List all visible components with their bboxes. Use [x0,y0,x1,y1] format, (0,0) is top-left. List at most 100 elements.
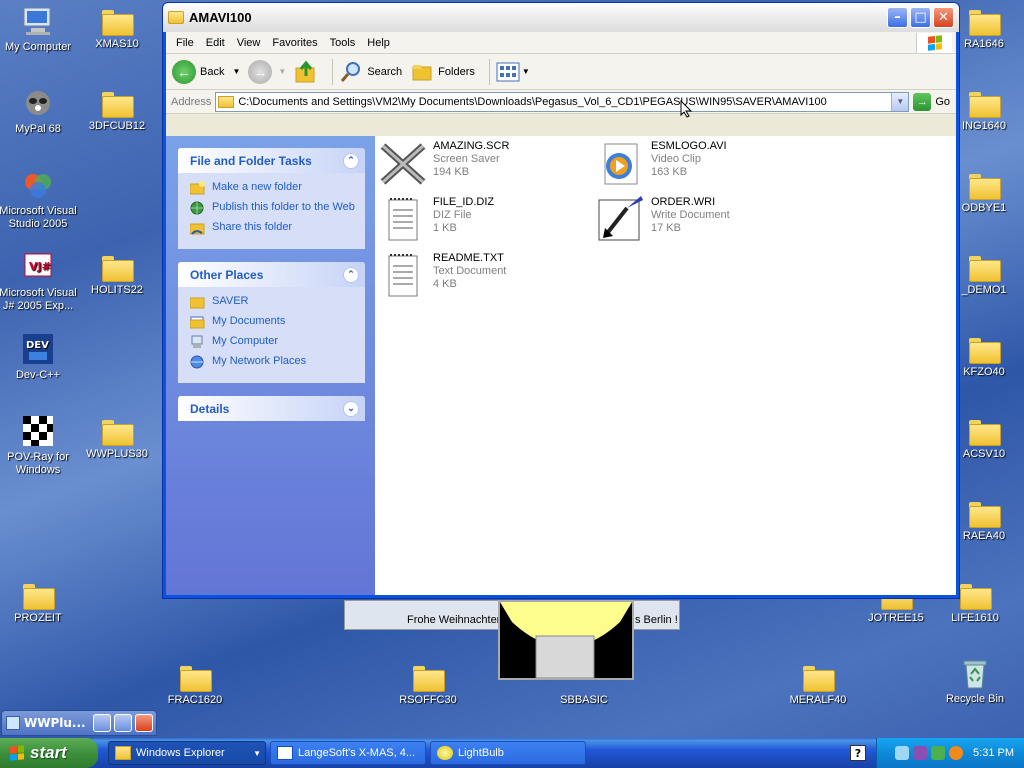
help-icon[interactable]: ? [850,745,866,761]
file-item[interactable]: AMAZING.SCR Screen Saver 194 KB [379,140,509,188]
menu-tools[interactable]: Tools [324,37,362,49]
other-places-panel: Other Places ⌃ SAVER My Documents My Com… [178,262,365,383]
start-button[interactable]: start [0,738,98,768]
details-header[interactable]: Details ⌄ [178,396,365,421]
minimized-window[interactable]: WWPlu... [1,710,157,736]
system-tray: 5:31 PM [876,738,1024,768]
desktop-icon-visual-studio[interactable]: Microsoft Visual Studio 2005 [0,168,78,231]
search-button[interactable]: Search [339,60,402,84]
folders-button[interactable]: Folders [410,60,475,84]
file-folder-tasks-header[interactable]: File and Folder Tasks ⌃ [178,148,365,173]
desktop-icon-holits22[interactable]: HOLITS22 [77,250,157,297]
file-name: ESMLOGO.AVI [651,140,727,152]
chevron-down-icon[interactable]: ▼ [278,67,286,76]
taskbar-item-windows-explorer[interactable]: Windows Explorer ▼ [108,741,266,765]
tray-grapes-icon[interactable] [913,746,928,760]
views-button[interactable]: ▼ [496,62,530,82]
desktop-icon-mypal[interactable]: MyPal 68 [0,86,78,136]
file-size: 163 KB [651,166,688,178]
desktop-icon-prozeit[interactable]: PROZEIT [0,578,78,625]
desktop-icon-visual-jsharp[interactable]: VJ# Microsoft Visual J# 2005 Exp... [0,250,78,313]
file-item[interactable]: ORDER.WRI Write Document 17 KB [597,196,730,244]
desktop-icon-frac1620[interactable]: FRAC1620 [155,660,235,707]
taskbar-item-xmas[interactable]: LangeSoft's X-MAS, 4... [270,741,426,765]
file-name: AMAZING.SCR [433,140,510,152]
folders-label: Folders [438,65,475,78]
desktop-icon-wwplus30[interactable]: WWPLUS30 [77,414,157,461]
desktop-icon-label: Microsoft Visual J# 2005 Exp... [0,287,77,312]
collapse-chevron-icon[interactable]: ⌃ [343,152,359,169]
up-folder-button[interactable] [294,60,318,84]
collapse-chevron-icon[interactable]: ⌃ [343,266,359,283]
back-button[interactable]: ← Back ▼ [172,59,240,84]
task-publish-web[interactable]: Publish this folder to the Web [190,201,355,215]
desktop-icon-rsoffc30[interactable]: RSOFFC30 [388,660,468,707]
menu-view[interactable]: View [231,37,267,49]
text-file-icon [379,252,427,300]
address-label: Address [171,95,212,108]
task-share-folder[interactable]: Share this folder [190,221,355,235]
window-titlebar[interactable]: AMAVI100 – □ ✕ [163,3,959,32]
forward-button[interactable]: → ▼ [248,59,286,84]
text-file-icon [379,196,427,244]
chevron-down-icon[interactable]: ▼ [232,67,240,76]
go-button[interactable]: → Go [913,92,950,111]
windows-logo-icon [916,33,952,53]
windows-logo-icon [10,745,24,761]
desktop-icon-recycle-bin[interactable]: Recycle Bin [935,656,1015,706]
tray-search-icon[interactable] [949,746,964,760]
desktop-icon-label: XMAS10 [95,38,139,50]
tray-plant-icon[interactable] [931,746,946,760]
desktop-icon-my-computer[interactable]: My Computer [0,4,78,54]
other-places-header[interactable]: Other Places ⌃ [178,262,365,287]
desktop-icon-3dfcub12[interactable]: 3DFCUB12 [77,86,157,133]
address-input[interactable]: C:\Documents and Settings\VM2\My Documen… [215,91,910,112]
menu-edit[interactable]: Edit [200,37,231,49]
address-dropdown-button[interactable]: ▼ [891,92,909,111]
maximize-button[interactable] [114,714,132,732]
network-icon [190,355,204,369]
file-type: Video Clip [651,153,701,165]
menu-favorites[interactable]: Favorites [266,37,323,49]
desktop-icon-label: 3DFCUB12 [88,120,146,132]
place-my-computer[interactable]: My Computer [190,335,355,349]
desktop-icon-xmas10[interactable]: XMAS10 [77,4,157,51]
expand-chevron-icon[interactable]: ⌄ [343,400,359,417]
place-network[interactable]: My Network Places [190,355,355,369]
explorer-body: File and Folder Tasks ⌃ Make a new folde… [166,100,956,595]
close-button[interactable]: ✕ [933,7,954,28]
share-folder-icon [190,223,205,235]
chevron-down-icon[interactable]: ▼ [522,67,530,76]
chevron-down-icon: ▼ [253,748,261,758]
folder-icon [102,256,134,282]
maximize-button[interactable]: □ [910,7,931,28]
close-button[interactable] [135,714,153,732]
file-size: 1 KB [433,222,457,234]
place-label: My Network Places [212,355,307,367]
minimize-button[interactable]: – [887,7,908,28]
taskbar-item-lightbulb[interactable]: LightBulb [430,741,586,765]
restore-button[interactable] [93,714,111,732]
file-item[interactable]: README.TXT Text Document 4 KB [379,252,506,300]
file-item[interactable]: FILE_ID.DIZ DIZ File 1 KB [379,196,494,244]
tray-network-icon[interactable] [895,746,910,760]
menu-file[interactable]: File [170,37,200,49]
raccoon-icon [21,86,55,120]
search-icon [341,61,361,82]
menu-help[interactable]: Help [361,37,396,49]
desktop-icon-povray[interactable]: POV-Ray for Windows [0,414,78,477]
desktop-icon-dev-cpp[interactable]: DEV Dev-C++ [0,332,78,382]
mouse-cursor-icon [680,100,692,118]
task-label: Publish this folder to the Web [212,201,355,213]
place-saver[interactable]: SAVER [190,295,355,309]
place-my-documents[interactable]: My Documents [190,315,355,329]
up-folder-icon [295,60,315,82]
desktop-icon-meralf40[interactable]: MERALF40 [778,660,858,707]
desktop-icon-label: MyPal 68 [15,123,61,135]
task-make-new-folder[interactable]: Make a new folder [190,181,355,195]
clock[interactable]: 5:31 PM [973,747,1014,759]
explorer-window[interactable]: AMAVI100 – □ ✕ File Edit View Favorites … [162,2,960,599]
lightbulb-graphic [500,602,632,679]
file-item[interactable]: ESMLOGO.AVI Video Clip 163 KB [597,140,727,188]
window-app-icon [277,746,293,760]
